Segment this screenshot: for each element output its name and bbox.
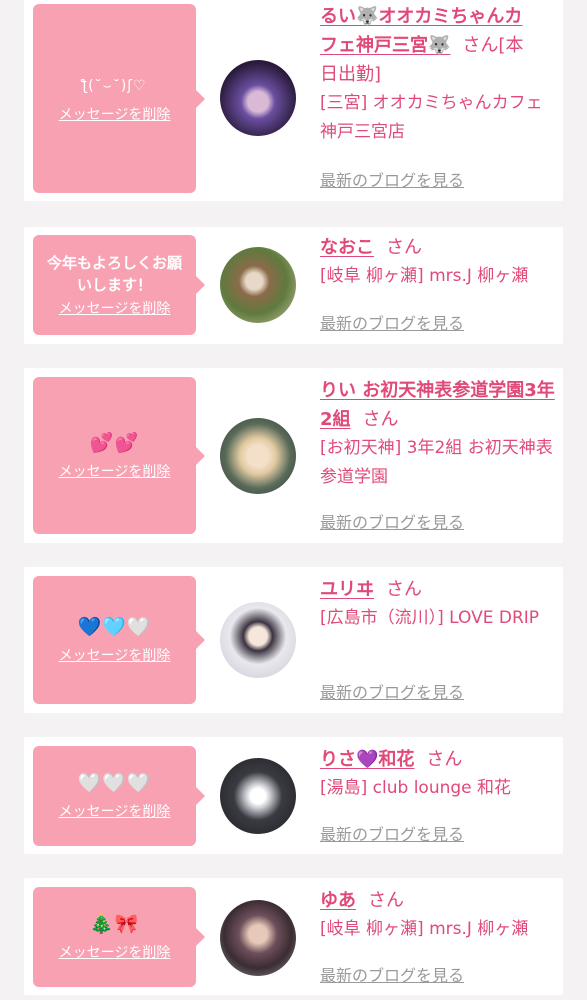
avatar[interactable]	[220, 247, 296, 323]
status-text: 日出勤]	[320, 64, 382, 85]
delete-message-link[interactable]: メッセージを削除	[59, 300, 171, 318]
profile-info: りさ💜和花 さん [湯島] club lounge 和花	[320, 745, 556, 803]
message-card: 💕💕 メッセージを削除 りい お初天神表参道学園3年2組 さん [お初天神] 3年…	[24, 368, 563, 543]
delete-message-link[interactable]: メッセージを削除	[59, 944, 171, 962]
message-bubble: ƪ(˘⌣˘)ʃ♡ メッセージを削除	[33, 4, 205, 193]
profile-info: ゆあ さん [岐阜 柳ヶ瀬] mrs.J 柳ヶ瀬	[320, 886, 556, 944]
avatar[interactable]	[220, 418, 296, 494]
profile-info: ユリヰ さん [広島市（流川）] LOVE DRIP	[320, 575, 556, 633]
avatar[interactable]	[220, 602, 296, 678]
honorific: さん	[362, 409, 399, 430]
message-text: 今年もよろしくお願いします！	[46, 254, 182, 294]
delete-message-link[interactable]: メッセージを削除	[59, 803, 171, 821]
cast-name[interactable]: ゆあ	[320, 890, 356, 911]
shop-name: [湯島] club lounge 和花	[320, 778, 512, 798]
shop-name: [広島市（流川）] LOVE DRIP	[320, 608, 540, 628]
message-text: ƪ(˘⌣˘)ʃ♡	[82, 77, 147, 94]
message-text: 💙🩵🤍	[77, 616, 152, 638]
cast-name[interactable]: なおこ	[320, 237, 374, 258]
latest-blog-link[interactable]: 最新のブログを見る	[320, 962, 464, 986]
shop-name: [岐阜 柳ヶ瀬] mrs.J 柳ヶ瀬	[320, 919, 529, 939]
delete-message-link[interactable]: メッセージを削除	[59, 463, 171, 481]
message-card: 🎄🎀 メッセージを削除 ゆあ さん [岐阜 柳ヶ瀬] mrs.J 柳ヶ瀬 最新のブ…	[24, 878, 563, 995]
message-card: 🤍🤍🤍 メッセージを削除 りさ💜和花 さん [湯島] club lounge 和花…	[24, 737, 563, 854]
honorific: さん	[368, 890, 404, 911]
message-bubble: 今年もよろしくお願いします！ メッセージを削除	[33, 235, 205, 335]
message-bubble: 🤍🤍🤍 メッセージを削除	[33, 746, 205, 846]
message-card: ƪ(˘⌣˘)ʃ♡ メッセージを削除 るい🐺オオカミちゃんカ フェ神戸三宮🐺 さん[…	[24, 0, 563, 201]
cast-name[interactable]: ユリヰ	[320, 579, 374, 600]
latest-blog-link[interactable]: 最新のブログを見る	[320, 310, 464, 334]
avatar[interactable]	[220, 60, 296, 136]
honorific: さん	[386, 579, 422, 600]
message-text: 🎄🎀	[89, 913, 140, 935]
honorific: さん	[462, 35, 499, 56]
avatar[interactable]	[220, 758, 296, 834]
delete-message-link[interactable]: メッセージを削除	[59, 106, 171, 124]
message-text: 🤍🤍🤍	[77, 772, 152, 794]
shop-name: [お初天神] 3年2組 お初天神表参道学園	[320, 438, 553, 487]
message-card: 💙🩵🤍 メッセージを削除 ユリヰ さん [広島市（流川）] LOVE DRIP 最…	[24, 567, 563, 713]
message-bubble: 🎄🎀 メッセージを削除	[33, 887, 205, 987]
status-bracket: [本	[498, 35, 524, 56]
message-card: 今年もよろしくお願いします！ メッセージを削除 なおこ さん [岐阜 柳ヶ瀬] m…	[24, 227, 563, 344]
latest-blog-link[interactable]: 最新のブログを見る	[320, 679, 464, 703]
honorific: さん	[426, 749, 463, 770]
latest-blog-link[interactable]: 最新のブログを見る	[320, 821, 464, 845]
shop-name: [三宮] オオカミちゃんカフェ神戸三宮店	[320, 93, 543, 142]
cast-name[interactable]: るい🐺オオカミちゃんカ	[320, 6, 522, 27]
delete-message-link[interactable]: メッセージを削除	[59, 647, 171, 665]
message-text: 💕💕	[89, 431, 140, 454]
shop-name: [岐阜 柳ヶ瀬] mrs.J 柳ヶ瀬	[320, 266, 529, 286]
avatar[interactable]	[220, 900, 296, 976]
cast-name[interactable]: りい お初天神表参道学園3年2組 さん	[320, 376, 556, 434]
message-bubble: 💙🩵🤍 メッセージを削除	[33, 576, 205, 704]
profile-info: なおこ さん [岐阜 柳ヶ瀬] mrs.J 柳ヶ瀬	[320, 233, 556, 291]
cast-name-text[interactable]: りい お初天神表参道学園3年2組	[320, 380, 555, 430]
profile-info: るい🐺オオカミちゃんカ フェ神戸三宮🐺 さん[本 日出勤] [三宮] オオカミちゃ…	[320, 2, 556, 147]
cast-name-cont[interactable]: フェ神戸三宮🐺	[320, 35, 450, 56]
cast-name[interactable]: りさ💜和花	[320, 749, 414, 770]
message-bubble: 💕💕 メッセージを削除	[33, 377, 205, 534]
latest-blog-link[interactable]: 最新のブログを見る	[320, 509, 464, 533]
honorific: さん	[386, 237, 422, 258]
profile-info: りい お初天神表参道学園3年2組 さん [お初天神] 3年2組 お初天神表参道学園	[320, 376, 556, 492]
latest-blog-link[interactable]: 最新のブログを見る	[320, 167, 464, 191]
